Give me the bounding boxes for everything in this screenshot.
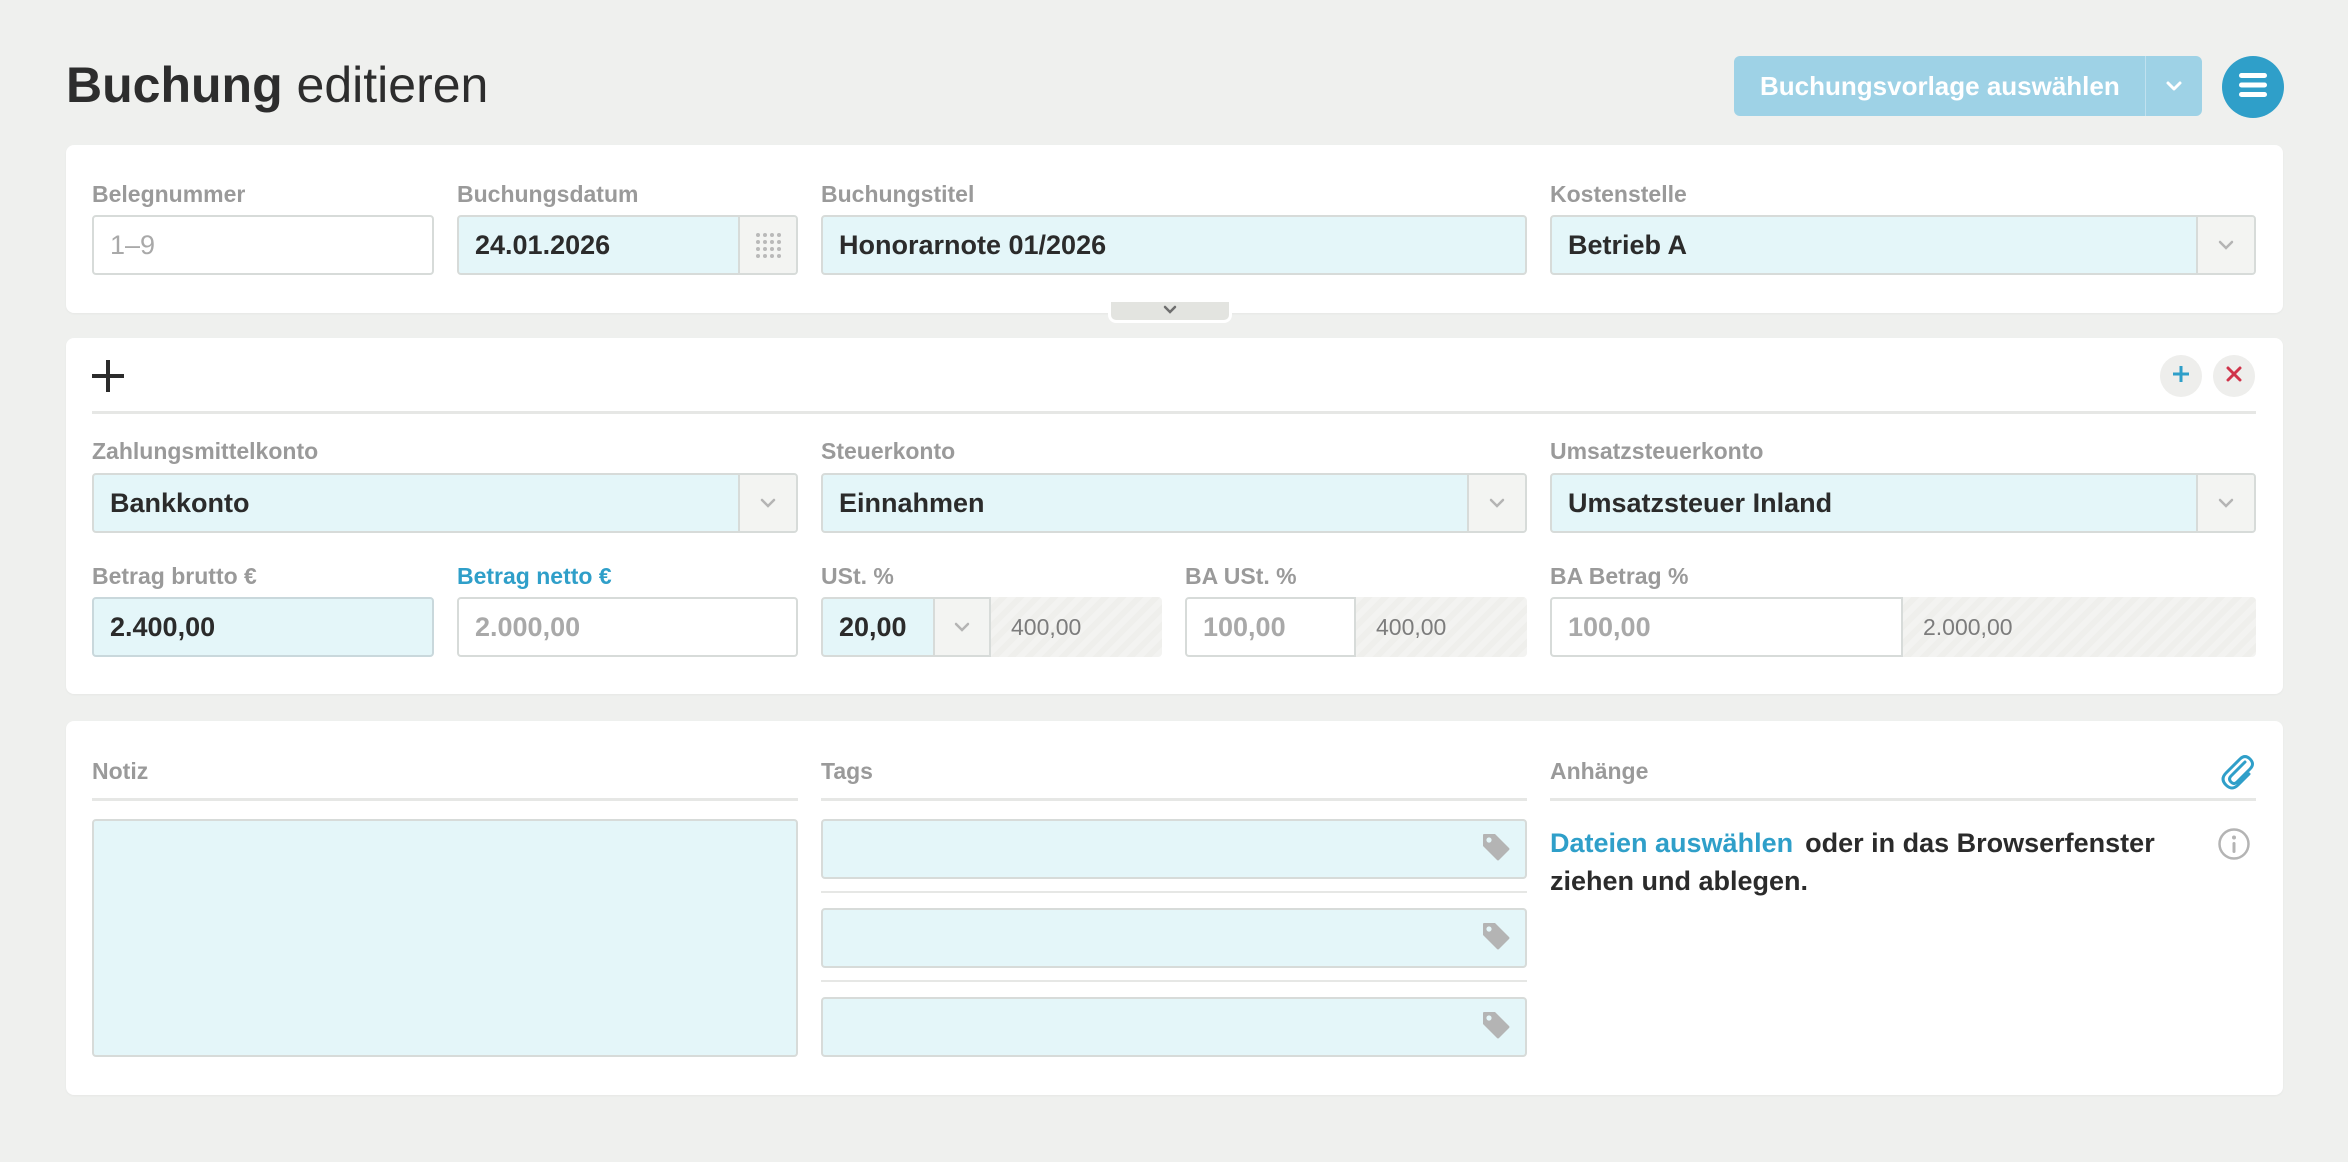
divider bbox=[92, 411, 2256, 414]
kostenstelle-value: Betrieb A bbox=[1568, 229, 1688, 260]
paperclip-icon[interactable] bbox=[2218, 752, 2256, 790]
zahlungsmittelkonto-label: Zahlungsmittelkonto bbox=[92, 438, 319, 464]
ust-label: USt. % bbox=[821, 563, 894, 589]
menu-button[interactable] bbox=[2222, 56, 2284, 118]
chevron-down-icon bbox=[738, 475, 796, 531]
betrag-netto-placeholder: 2.000,00 bbox=[475, 611, 581, 642]
attach-dropzone-text: Dateien auswählen oder in das Browserfens… bbox=[1550, 824, 2190, 900]
template-select-button[interactable]: Buchungsvorlage auswählen bbox=[1734, 56, 2202, 116]
tag-icon bbox=[1481, 921, 1511, 956]
buchungstitel-input[interactable]: Honorarnote 01/2026 bbox=[821, 215, 1527, 275]
tag-input[interactable] bbox=[821, 997, 1527, 1057]
chevron-down-icon bbox=[2196, 475, 2254, 531]
chevron-down-icon bbox=[1467, 475, 1525, 531]
ba-betrag-amount: 2.000,00 bbox=[1903, 597, 2256, 657]
betrag-netto-label: Betrag netto € bbox=[457, 563, 612, 589]
ba-ust-placeholder: 100,00 bbox=[1203, 611, 1286, 642]
chevron-down-icon bbox=[2196, 217, 2254, 273]
betrag-brutto-value: 2.400,00 bbox=[110, 611, 216, 642]
buchungsdatum-input[interactable]: 24.01.2026 bbox=[457, 215, 798, 275]
add-split-button[interactable] bbox=[2160, 355, 2202, 397]
betrag-brutto-label: Betrag brutto € bbox=[92, 563, 257, 589]
anhaenge-label: Anhänge bbox=[1550, 758, 1649, 784]
tag-icon bbox=[1481, 1010, 1511, 1045]
belegnummer-placeholder: 1–9 bbox=[110, 229, 156, 260]
tags-label: Tags bbox=[821, 758, 873, 784]
page-title-rest: editieren bbox=[296, 57, 489, 113]
betrag-brutto-input[interactable]: 2.400,00 bbox=[92, 597, 434, 657]
tag-input[interactable] bbox=[821, 819, 1527, 879]
chevron-down-icon bbox=[2145, 56, 2202, 116]
ba-betrag-amount-value: 2.000,00 bbox=[1923, 613, 2013, 640]
calendar-icon[interactable] bbox=[738, 217, 796, 273]
tag-input[interactable] bbox=[821, 908, 1527, 968]
close-icon bbox=[2225, 365, 2243, 388]
ust-value: 20,00 bbox=[839, 611, 907, 642]
buchungstitel-value: Honorarnote 01/2026 bbox=[839, 229, 1107, 260]
umsatzsteuerkonto-select[interactable]: Umsatzsteuer Inland bbox=[1550, 473, 2256, 533]
buchungstitel-label: Buchungstitel bbox=[821, 181, 975, 207]
info-icon[interactable] bbox=[2217, 827, 2251, 861]
ust-select[interactable]: 20,00 bbox=[821, 597, 991, 657]
steuerkonto-select[interactable]: Einnahmen bbox=[821, 473, 1527, 533]
kostenstelle-label: Kostenstelle bbox=[1550, 181, 1687, 207]
divider bbox=[821, 891, 1527, 893]
umsatzsteuerkonto-label: Umsatzsteuerkonto bbox=[1550, 438, 1764, 464]
chevron-down-icon bbox=[933, 599, 989, 655]
hamburger-icon bbox=[2238, 72, 2268, 103]
divider bbox=[1550, 798, 2256, 801]
zahlungsmittelkonto-select[interactable]: Bankkonto bbox=[92, 473, 798, 533]
divider bbox=[821, 798, 1527, 801]
belegnummer-input[interactable]: 1–9 bbox=[92, 215, 434, 275]
chevron-down-icon bbox=[1162, 302, 1178, 320]
ba-betrag-input[interactable]: 100,00 bbox=[1550, 597, 1903, 657]
notiz-textarea[interactable] bbox=[92, 819, 798, 1057]
choose-files-link[interactable]: Dateien auswählen bbox=[1550, 828, 1793, 858]
divider bbox=[92, 798, 798, 801]
kostenstelle-select[interactable]: Betrieb A bbox=[1550, 215, 2256, 275]
remove-line-button[interactable] bbox=[2213, 355, 2255, 397]
ba-betrag-label: BA Betrag % bbox=[1550, 563, 1689, 589]
steuerkonto-value: Einnahmen bbox=[839, 487, 985, 518]
belegnummer-label: Belegnummer bbox=[92, 181, 246, 207]
buchungsdatum-value: 24.01.2026 bbox=[475, 229, 611, 260]
template-select-label: Buchungsvorlage auswählen bbox=[1760, 70, 2120, 101]
steuerkonto-label: Steuerkonto bbox=[821, 438, 956, 464]
ba-ust-amount: 400,00 bbox=[1356, 597, 1527, 657]
ba-betrag-placeholder: 100,00 bbox=[1568, 611, 1651, 642]
ba-ust-input[interactable]: 100,00 bbox=[1185, 597, 1356, 657]
expand-toggle[interactable] bbox=[1108, 299, 1232, 323]
plus-icon bbox=[2172, 365, 2190, 388]
ba-ust-amount-value: 400,00 bbox=[1376, 613, 1447, 640]
betrag-netto-input[interactable]: 2.000,00 bbox=[457, 597, 798, 657]
divider bbox=[821, 980, 1527, 982]
add-line-icon[interactable] bbox=[90, 358, 126, 394]
ust-amount-value: 400,00 bbox=[1011, 613, 1082, 640]
page-title-bold: Buchung bbox=[66, 57, 283, 113]
ba-ust-label: BA USt. % bbox=[1185, 563, 1297, 589]
zahlungsmittelkonto-value: Bankkonto bbox=[110, 487, 250, 518]
page-title: Buchung editieren bbox=[66, 52, 488, 118]
tag-icon bbox=[1481, 832, 1511, 867]
buchungsdatum-label: Buchungsdatum bbox=[457, 181, 639, 207]
umsatzsteuerkonto-value: Umsatzsteuer Inland bbox=[1568, 487, 1833, 518]
ust-amount: 400,00 bbox=[991, 597, 1162, 657]
notiz-label: Notiz bbox=[92, 758, 149, 784]
